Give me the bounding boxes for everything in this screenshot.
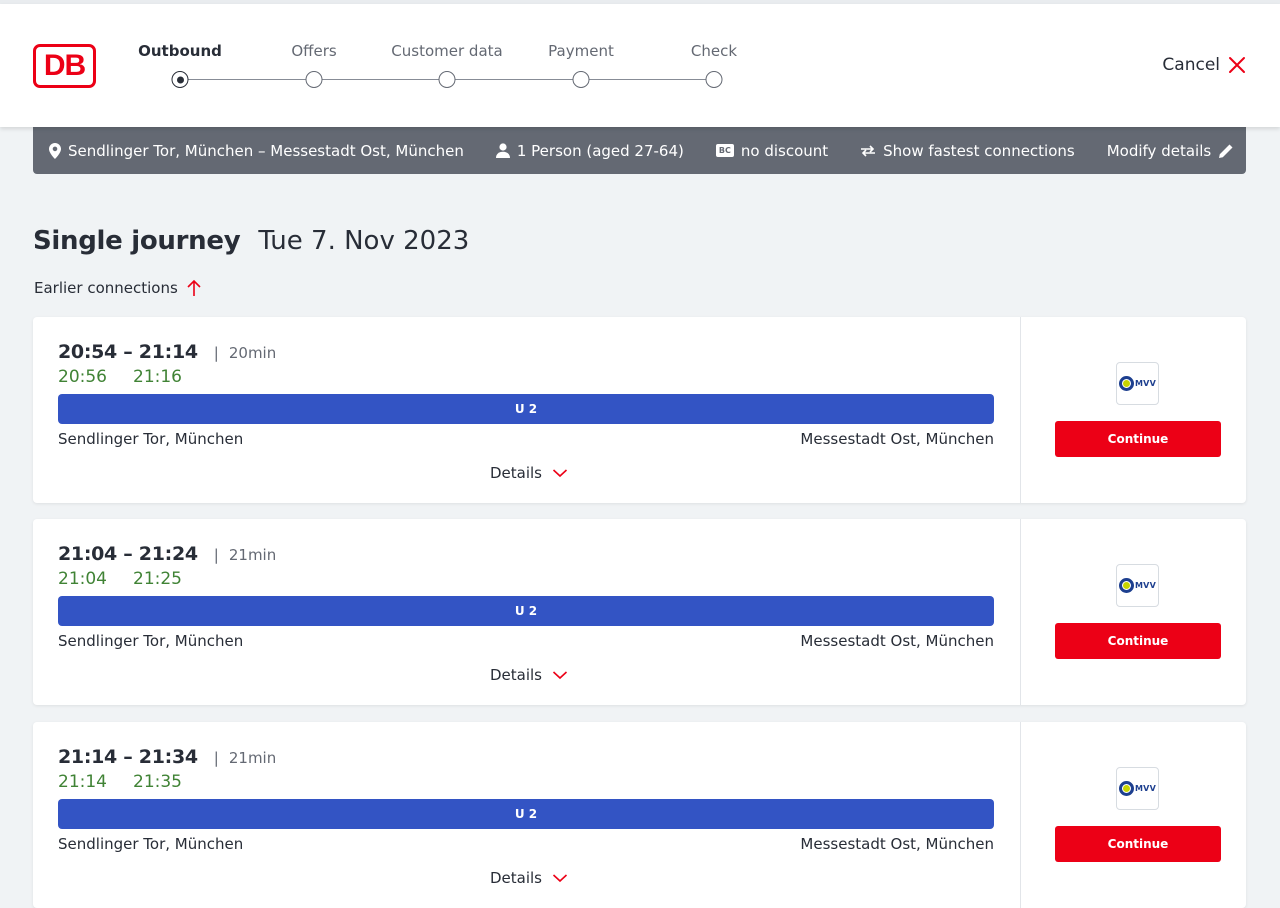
details-toggle[interactable]: Details	[490, 666, 568, 684]
pencil-icon	[1219, 144, 1233, 158]
step-payment-label: Payment	[548, 42, 614, 60]
connection-card[interactable]: 20:54 – 21:14 | 20min 20:56 21:16 U 2 Sen…	[33, 317, 1246, 503]
connection-info: 21:04 – 21:24 | 21min 21:04 21:25 U 2 Sen…	[33, 519, 1020, 705]
separator: |	[213, 344, 219, 362]
destination-station: Messestadt Ost, München	[800, 835, 994, 853]
sort-option[interactable]: Show fastest connections	[860, 142, 1075, 160]
step-customer-data-label: Customer data	[391, 42, 503, 60]
continue-button[interactable]: Continue	[1055, 421, 1221, 457]
details-label: Details	[490, 464, 543, 482]
operator-name: MVV	[1135, 379, 1156, 388]
duration: 21min	[228, 546, 277, 564]
passenger-text: 1 Person (aged 27-64)	[516, 141, 684, 160]
bahncard-icon: BC	[715, 144, 734, 157]
schedule-times: 21:14 – 21:34 | 21min	[58, 746, 276, 768]
details-toggle[interactable]: Details	[490, 464, 568, 482]
realtime-departure: 21:14	[58, 772, 107, 792]
line-bar-u2: U 2	[58, 394, 994, 424]
chevron-down-icon	[552, 671, 568, 680]
discount-summary[interactable]: BC no discount	[715, 141, 829, 160]
step-customer-data-dot	[438, 71, 456, 88]
details-label: Details	[490, 869, 543, 887]
mvv-ring-icon	[1119, 578, 1135, 593]
discount-text: no discount	[740, 141, 829, 160]
earlier-connections-label: Earlier connections	[34, 279, 178, 297]
planned-times: 21:14 – 21:34	[58, 746, 198, 768]
modify-details-button[interactable]: Modify details	[1107, 142, 1234, 160]
page-title: Single journey	[33, 226, 241, 256]
line-bar-u2: U 2	[58, 596, 994, 626]
connection-card[interactable]: 21:14 – 21:34 | 21min 21:14 21:35 U 2 Sen…	[33, 722, 1246, 908]
separator: |	[213, 749, 219, 767]
details-label: Details	[490, 666, 543, 684]
origin-station: Sendlinger Tor, München	[58, 632, 244, 650]
cancel-button[interactable]: Cancel	[1162, 55, 1246, 75]
origin-station: Sendlinger Tor, München	[58, 430, 244, 448]
booking-header: DB Outbound Offers Customer data Payment…	[0, 4, 1280, 127]
modify-details-label: Modify details	[1106, 141, 1212, 160]
progress-steps: Outbound Offers Customer data Payment Ch…	[0, 4, 800, 127]
realtime-arrival: 21:35	[133, 772, 182, 792]
separator: |	[213, 546, 219, 564]
planned-times: 20:54 – 21:14	[58, 341, 198, 363]
realtime-times: 21:14 21:35	[58, 772, 182, 792]
mvv-ring-icon	[1119, 376, 1135, 391]
step-check-label: Check	[690, 42, 738, 60]
step-outbound-label: Outbound	[138, 42, 222, 60]
earlier-connections-link[interactable]: Earlier connections	[34, 279, 202, 297]
origin-station: Sendlinger Tor, München	[58, 835, 244, 853]
continue-button[interactable]: Continue	[1055, 623, 1221, 659]
planned-times: 21:04 – 21:24	[58, 543, 198, 565]
realtime-times: 20:56 21:16	[58, 367, 182, 387]
cancel-label: Cancel	[1162, 55, 1220, 75]
realtime-departure: 21:04	[58, 569, 107, 589]
operator-name: MVV	[1135, 784, 1156, 793]
step-check-dot	[705, 71, 723, 88]
mvv-operator-logo: MVV	[1116, 362, 1159, 405]
operator-name: MVV	[1135, 581, 1156, 590]
travel-date: Tue 7. Nov 2023	[258, 226, 470, 256]
mvv-ring-icon	[1119, 781, 1135, 796]
destination-station: Messestadt Ost, München	[800, 632, 994, 650]
duration: 21min	[228, 749, 277, 767]
route-text: Sendlinger Tor, München – Messestadt Ost…	[68, 141, 464, 160]
line-bar-u2: U 2	[58, 799, 994, 829]
swap-arrows-icon	[861, 144, 876, 157]
mvv-operator-logo: MVV	[1116, 564, 1159, 607]
destination-station: Messestadt Ost, München	[800, 430, 994, 448]
realtime-arrival: 21:16	[133, 367, 182, 387]
step-payment-dot	[572, 71, 590, 88]
connection-info: 20:54 – 21:14 | 20min 20:56 21:16 U 2 Sen…	[33, 317, 1020, 503]
page-title-row: Single journey Tue 7. Nov 2023	[33, 226, 469, 256]
search-summary-bar: Sendlinger Tor, München – Messestadt Ost…	[33, 127, 1246, 174]
person-icon	[495, 143, 510, 158]
sort-text: Show fastest connections	[883, 141, 1075, 160]
location-pin-icon	[49, 142, 61, 159]
mvv-operator-logo: MVV	[1116, 767, 1159, 810]
offer-panel: MVV Continue	[1020, 317, 1246, 503]
chevron-down-icon	[552, 874, 568, 883]
duration: 20min	[228, 344, 277, 362]
chevron-down-icon	[552, 469, 568, 478]
realtime-arrival: 21:25	[133, 569, 182, 589]
connection-info: 21:14 – 21:34 | 21min 21:14 21:35 U 2 Sen…	[33, 722, 1020, 908]
arrow-up-icon	[187, 279, 201, 296]
schedule-times: 21:04 – 21:24 | 21min	[58, 543, 276, 565]
details-toggle[interactable]: Details	[490, 869, 568, 887]
step-offers-dot	[305, 71, 323, 88]
passenger-summary[interactable]: 1 Person (aged 27-64)	[495, 141, 684, 160]
step-outbound-dot	[171, 71, 189, 88]
realtime-departure: 20:56	[58, 367, 107, 387]
connection-card[interactable]: 21:04 – 21:24 | 21min 21:04 21:25 U 2 Sen…	[33, 519, 1246, 705]
continue-button[interactable]: Continue	[1055, 826, 1221, 862]
step-offers-label: Offers	[291, 42, 337, 60]
offer-panel: MVV Continue	[1020, 722, 1246, 908]
close-icon	[1229, 57, 1245, 73]
schedule-times: 20:54 – 21:14 | 20min	[58, 341, 276, 363]
route-summary[interactable]: Sendlinger Tor, München – Messestadt Ost…	[49, 142, 464, 160]
realtime-times: 21:04 21:25	[58, 569, 182, 589]
offer-panel: MVV Continue	[1020, 519, 1246, 705]
